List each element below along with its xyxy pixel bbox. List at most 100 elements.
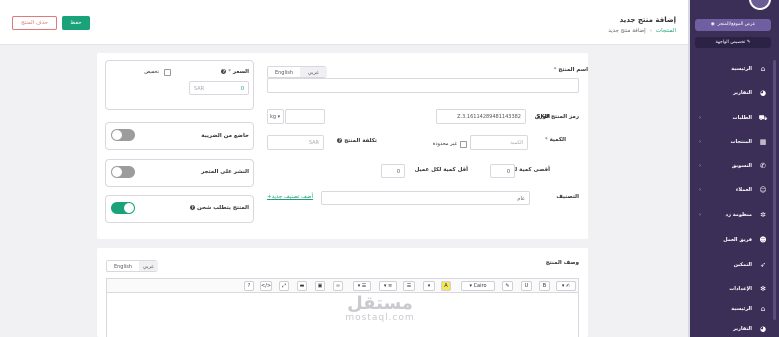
network-icon: ✲: [760, 211, 766, 219]
breadcrumb: المنتجات ›إضافة منتج جديد: [608, 28, 676, 34]
cost-input[interactable]: SAR: [267, 135, 324, 150]
sidebar-item-label: التمكين: [733, 262, 752, 268]
tax-toggle[interactable]: [111, 129, 135, 141]
watermark-latin: mostaql.com: [345, 313, 415, 323]
info-icon: ?: [221, 69, 227, 74]
home-icon: ⌂: [760, 65, 766, 73]
align-icon[interactable]: ▾ ≡: [379, 281, 397, 291]
sidebar-scrollbar[interactable]: [773, 60, 776, 320]
chart-icon: ◕: [759, 89, 767, 97]
bold-icon[interactable]: B: [539, 281, 550, 291]
sidebar-item-settings[interactable]: الإعدادات ✻: [696, 284, 774, 296]
min-quantity-input[interactable]: 0: [381, 164, 405, 178]
sidebar-item-products[interactable]: › المنتجات ▦: [696, 137, 774, 149]
tab-english[interactable]: English: [268, 67, 300, 77]
product-name-label: اسم المنتج*: [553, 67, 588, 73]
page-title: إضافة منتج جديد: [619, 16, 676, 24]
sidebar-item-label: التقارير: [733, 90, 752, 96]
link-icon[interactable]: ∞: [333, 281, 343, 291]
customize-label: تخصيص الواجهة: [715, 40, 746, 45]
discount-checkbox[interactable]: [164, 69, 171, 76]
style-dropdown[interactable]: ▾ ✍: [556, 281, 576, 291]
publish-toggle[interactable]: [111, 166, 135, 178]
list-icon[interactable]: ☰: [403, 281, 415, 291]
top-header: إضافة منتج جديد المنتجات›إضافة منتج جديد…: [0, 0, 690, 45]
quantity-input[interactable]: الكمية: [470, 135, 528, 150]
chart-icon: ◕: [759, 325, 767, 333]
description-label: وصف المنتج: [545, 260, 579, 266]
sidebar-item-marketing[interactable]: › التسويق ✆: [696, 161, 774, 173]
price-label: السعر* ?: [221, 69, 249, 75]
tab-arabic[interactable]: عربي: [139, 261, 158, 271]
sidebar-item-label: التسويق: [731, 163, 752, 169]
rocket-icon: ➶: [760, 261, 766, 269]
max-quantity-input[interactable]: 0: [490, 164, 515, 178]
sidebar-item-home-2[interactable]: الرئيسية ⌂: [696, 304, 774, 316]
eraser-icon[interactable]: ✎: [502, 281, 513, 291]
eye-icon: ◉: [710, 22, 715, 27]
image-icon[interactable]: ▣: [315, 281, 325, 291]
sidebar-item-reports[interactable]: التقارير ◕: [696, 88, 774, 100]
publish-label: النشر على المتجر: [201, 169, 249, 175]
chevron-icon: ›: [699, 163, 701, 169]
chevron-icon: ›: [699, 115, 701, 121]
video-icon[interactable]: ▬: [297, 281, 307, 291]
gear-icon: ✻: [760, 285, 766, 293]
sidebar-item-empowerment[interactable]: التمكين ➶: [696, 260, 774, 272]
fullscreen-icon[interactable]: ⤢: [279, 281, 289, 291]
sidebar-item-orders[interactable]: › الطلبات ⛟: [696, 113, 774, 125]
view-store-label: عرض الموقع/المتجر: [717, 22, 756, 27]
sidebar-item-label: منظومة زد: [725, 212, 752, 218]
code-view-icon[interactable]: </>: [260, 281, 272, 291]
tax-label: خاضع من الضريبة: [201, 133, 249, 139]
price-value: 0: [240, 86, 244, 92]
grid-icon: ▦: [759, 138, 767, 146]
sidebar-item-customers[interactable]: › العملاء ☺: [696, 185, 774, 197]
sidebar-item-label: العملاء: [735, 187, 752, 193]
chevron-icon: ›: [699, 139, 701, 145]
category-label: التصنيف: [556, 194, 579, 200]
info-icon: ?: [190, 205, 196, 210]
tab-arabic[interactable]: عربي: [300, 67, 327, 77]
table-icon[interactable]: ▾ ☰: [353, 281, 371, 291]
sku-input[interactable]: Z.3.16114289481143382: [436, 109, 526, 124]
product-name-input[interactable]: [267, 78, 579, 93]
category-input[interactable]: عام: [321, 191, 530, 205]
sidebar-item-zid-ecosystem[interactable]: › منظومة زد ✲: [696, 210, 774, 222]
info-icon: ?: [337, 138, 343, 143]
unlimited-quantity-label: غير محدودة: [432, 141, 457, 147]
weight-input[interactable]: [285, 109, 325, 124]
save-button[interactable]: حفظ: [62, 16, 90, 30]
unlimited-quantity-checkbox[interactable]: [460, 141, 467, 148]
watermark-logo: مستقل mostaql.com: [330, 295, 430, 324]
home-icon: ⌂: [760, 305, 766, 313]
delete-product-button[interactable]: حذف المنتج: [12, 16, 57, 30]
sidebar-item-label: الإعدادات: [729, 286, 752, 292]
help-icon[interactable]: ?: [244, 281, 254, 291]
underline-icon[interactable]: U: [521, 281, 532, 291]
font-family-dropdown[interactable]: ▾ Cairo: [461, 281, 495, 291]
sidebar-item-label: الطلبات: [732, 115, 752, 121]
megaphone-icon: ✆: [760, 162, 766, 170]
view-store-button[interactable]: ◉ عرض الموقع/المتجر: [695, 19, 771, 31]
sidebar-item-home[interactable]: الرئيسية ⌂: [696, 64, 774, 76]
sidebar-item-label: التقارير: [733, 326, 752, 332]
weight-label: الوزن: [534, 114, 550, 120]
font-size-dropdown[interactable]: ▾: [423, 281, 435, 291]
team-icon: ☻: [759, 236, 767, 244]
tab-english[interactable]: English: [107, 261, 139, 271]
chevron-left-icon: ›: [649, 28, 652, 34]
discount-label: تخفيض: [144, 69, 159, 75]
min-quantity-label: أقل كمية لكل عميل: [414, 167, 468, 173]
customize-storefront-button[interactable]: تخصيص الواجهة ✎: [695, 37, 771, 48]
price-input[interactable]: SAR 0: [189, 81, 249, 95]
breadcrumb-products-link[interactable]: المنتجات: [656, 28, 676, 34]
sidebar-item-reports-2[interactable]: التقارير ◕: [696, 324, 774, 336]
weight-unit-select[interactable]: kg ▾: [267, 109, 284, 124]
product-name-lang-tabs: English عربي: [267, 66, 327, 78]
chevron-icon: ›: [699, 212, 701, 218]
add-category-link[interactable]: +أضف تصنيف جديد: [267, 194, 313, 200]
sidebar-item-team[interactable]: فريق العمل ☻: [696, 235, 774, 247]
highlight-color-icon[interactable]: A: [441, 281, 451, 291]
shipping-toggle[interactable]: [111, 202, 135, 214]
